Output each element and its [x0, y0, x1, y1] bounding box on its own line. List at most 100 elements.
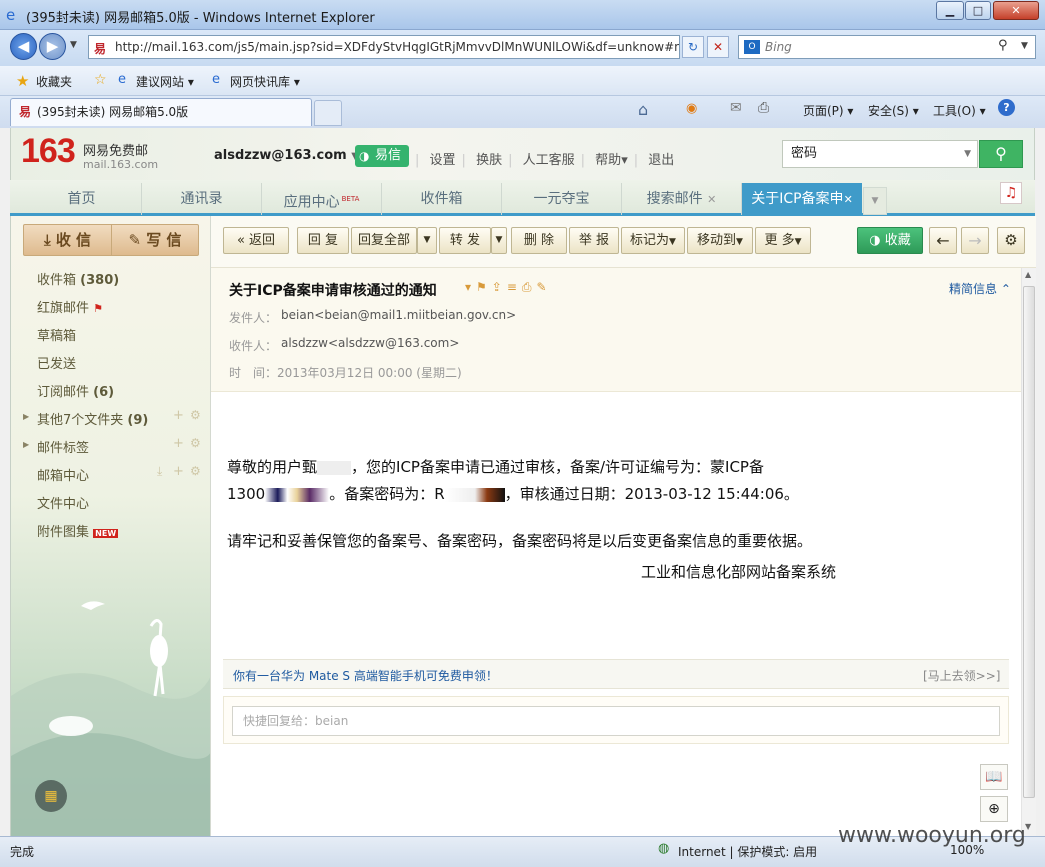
- search-dropdown-icon[interactable]: ▼: [1021, 41, 1028, 51]
- forward-nav-button[interactable]: ▶: [39, 33, 66, 60]
- zoom-icon[interactable]: ⊕: [980, 796, 1008, 822]
- yixin-button[interactable]: ◑ 易信: [355, 145, 409, 167]
- receive-button[interactable]: ⤓ 收 信: [24, 225, 112, 255]
- back-nav-button[interactable]: ◀: [10, 33, 37, 60]
- page-menu[interactable]: 页面(P) ▾: [803, 102, 853, 119]
- history-dropdown-icon[interactable]: ▼: [70, 40, 77, 50]
- tab-app-center[interactable]: 应用中心 BETA: [262, 183, 382, 215]
- browser-tab-active[interactable]: 易 (395封未读) 网易邮箱5.0版: [10, 98, 312, 126]
- account-name[interactable]: alsdzzw@163.com ▼: [214, 148, 359, 163]
- search-input[interactable]: Bing: [738, 35, 1036, 59]
- tools-menu[interactable]: 工具(O) ▾: [933, 102, 986, 119]
- edit-icon[interactable]: ✎: [537, 280, 552, 294]
- sidebar-item-tags[interactable]: 邮件标签: [37, 437, 89, 456]
- write-button[interactable]: ✎ 写 信: [112, 225, 198, 255]
- close-tab-icon[interactable]: ✕: [707, 193, 716, 206]
- report-button[interactable]: 举 报: [569, 227, 619, 254]
- url-input[interactable]: http://mail.163.com/js5/main.jsp?sid=XDF…: [88, 35, 680, 59]
- sidebar-item-subscriptions[interactable]: 订阅邮件 (6): [37, 381, 114, 400]
- favorite-button[interactable]: ◑ 收藏: [857, 227, 923, 254]
- promo-link[interactable]: 你有一台华为 Mate S 高端智能手机可免费申领！: [233, 667, 498, 684]
- mark-as-button[interactable]: 标记为▼: [621, 227, 685, 254]
- reply-button[interactable]: 回 复: [297, 227, 349, 254]
- message-scrollbar[interactable]: ▲ ▼: [1021, 268, 1036, 836]
- settings-link[interactable]: 设置: [430, 153, 456, 168]
- scroll-up-icon[interactable]: ▲: [1025, 270, 1031, 279]
- help-link[interactable]: 帮助▾: [595, 153, 628, 168]
- help-icon[interactable]: ?: [998, 99, 1015, 116]
- settings-icon[interactable]: ⚙: [190, 464, 201, 478]
- scroll-down-icon[interactable]: ▼: [1025, 822, 1031, 831]
- promo-claim-link[interactable]: [马上去领>>]: [923, 667, 1000, 684]
- safety-menu[interactable]: 安全(S) ▾: [868, 102, 919, 119]
- reading-mode-icon[interactable]: 📖: [980, 764, 1008, 790]
- expand-arrow-icon[interactable]: ▶: [23, 440, 29, 449]
- reply-dropdown-icon[interactable]: ▼: [417, 227, 437, 254]
- share-icon[interactable]: ⇪: [492, 280, 507, 294]
- suggested-sites-link[interactable]: 建议网站 ▾: [136, 73, 194, 90]
- mail-search-button[interactable]: ⚲: [979, 140, 1023, 168]
- tag-settings-icon[interactable]: ⚙: [190, 436, 201, 450]
- mail-icon[interactable]: ✉: [730, 100, 742, 116]
- print-icon[interactable]: ⎙: [758, 100, 769, 116]
- folder-settings-icon[interactable]: ⚙: [190, 408, 201, 422]
- tag-icon[interactable]: ▾: [465, 280, 476, 294]
- tab-yiyuan-duobao[interactable]: 一元夺宝: [502, 183, 622, 215]
- rss-icon[interactable]: ◉: [686, 101, 697, 116]
- logout-link[interactable]: 退出: [648, 153, 674, 168]
- tab-search-mail[interactable]: 搜索邮件 ✕: [622, 183, 742, 215]
- quick-reply-input[interactable]: 快捷回复给：beian: [232, 706, 1000, 736]
- search-scope-dropdown-icon[interactable]: ▼: [964, 141, 971, 167]
- music-icon[interactable]: ♫: [1000, 182, 1022, 204]
- sidebar-item-attachments[interactable]: 附件图集 NEW: [37, 521, 119, 540]
- print-icon[interactable]: ⎙: [522, 280, 537, 294]
- add-icon[interactable]: +: [173, 464, 184, 479]
- mail-search-input[interactable]: 密码 ▼: [782, 140, 978, 168]
- tab-current-mail[interactable]: 关于ICP备案申✕: [742, 183, 862, 215]
- mail-settings-button[interactable]: ⚙: [997, 227, 1025, 254]
- tab-contacts[interactable]: 通讯录: [142, 183, 262, 215]
- favorites-button[interactable]: 收藏夹: [36, 73, 72, 90]
- to-address[interactable]: alsdzzw<alsdzzw@163.com>: [281, 336, 459, 350]
- move-to-button[interactable]: 移动到▼: [687, 227, 753, 254]
- sidebar-item-drafts[interactable]: 草稿箱: [37, 325, 76, 344]
- app-grid-icon[interactable]: ▦: [35, 780, 67, 812]
- add-favorite-icon[interactable]: ☆: [94, 72, 107, 88]
- download-icon[interactable]: ⤓: [157, 464, 162, 479]
- tab-inbox[interactable]: 收件箱: [382, 183, 502, 215]
- skin-link[interactable]: 换肤: [476, 153, 502, 168]
- maximize-button[interactable]: □: [965, 1, 991, 20]
- detail-toggle-link[interactable]: 精简信息 ⌃: [949, 280, 1011, 297]
- stop-icon[interactable]: ✕: [707, 36, 729, 58]
- next-mail-button[interactable]: →: [961, 227, 989, 254]
- tab-home[interactable]: 首页: [22, 183, 142, 215]
- expand-arrow-icon[interactable]: ▶: [23, 412, 29, 421]
- sidebar-item-file-center[interactable]: 文件中心: [37, 493, 89, 512]
- back-button[interactable]: « 返回: [223, 227, 289, 254]
- scrollbar-thumb[interactable]: [1023, 286, 1035, 798]
- sidebar-item-inbox[interactable]: 收件箱 (380): [37, 269, 119, 288]
- add-folder-icon[interactable]: +: [173, 408, 184, 423]
- add-tag-icon[interactable]: +: [173, 436, 184, 451]
- reply-all-button[interactable]: 回复全部: [351, 227, 417, 254]
- prev-mail-button[interactable]: ←: [929, 227, 957, 254]
- sidebar-item-flagged[interactable]: 红旗邮件 ⚑: [37, 297, 103, 316]
- sidebar-item-sent[interactable]: 已发送: [37, 353, 76, 372]
- minimize-button[interactable]: ▁: [936, 1, 964, 20]
- forward-dropdown-icon[interactable]: ▼: [491, 227, 507, 254]
- delete-button[interactable]: 删 除: [511, 227, 567, 254]
- customer-service-link[interactable]: 人工客服: [523, 153, 575, 168]
- forward-button[interactable]: 转 发: [439, 227, 491, 254]
- more-tabs-icon[interactable]: ▼: [863, 187, 887, 215]
- sidebar-item-mail-center[interactable]: 邮箱中心: [37, 465, 89, 484]
- more-button[interactable]: 更 多▼: [755, 227, 811, 254]
- close-window-button[interactable]: ✕: [993, 1, 1039, 20]
- close-tab-icon[interactable]: ✕: [844, 193, 853, 206]
- sidebar-item-other-folders[interactable]: 其他7个文件夹 (9): [37, 409, 148, 428]
- home-icon[interactable]: ⌂: [638, 100, 648, 119]
- flag-icon[interactable]: ⚑: [476, 280, 492, 294]
- list-icon[interactable]: ≡: [507, 280, 522, 294]
- search-icon[interactable]: ⚲: [998, 38, 1008, 53]
- web-slice-gallery-link[interactable]: 网页快讯库 ▾: [230, 73, 300, 90]
- new-tab-button[interactable]: [314, 100, 342, 126]
